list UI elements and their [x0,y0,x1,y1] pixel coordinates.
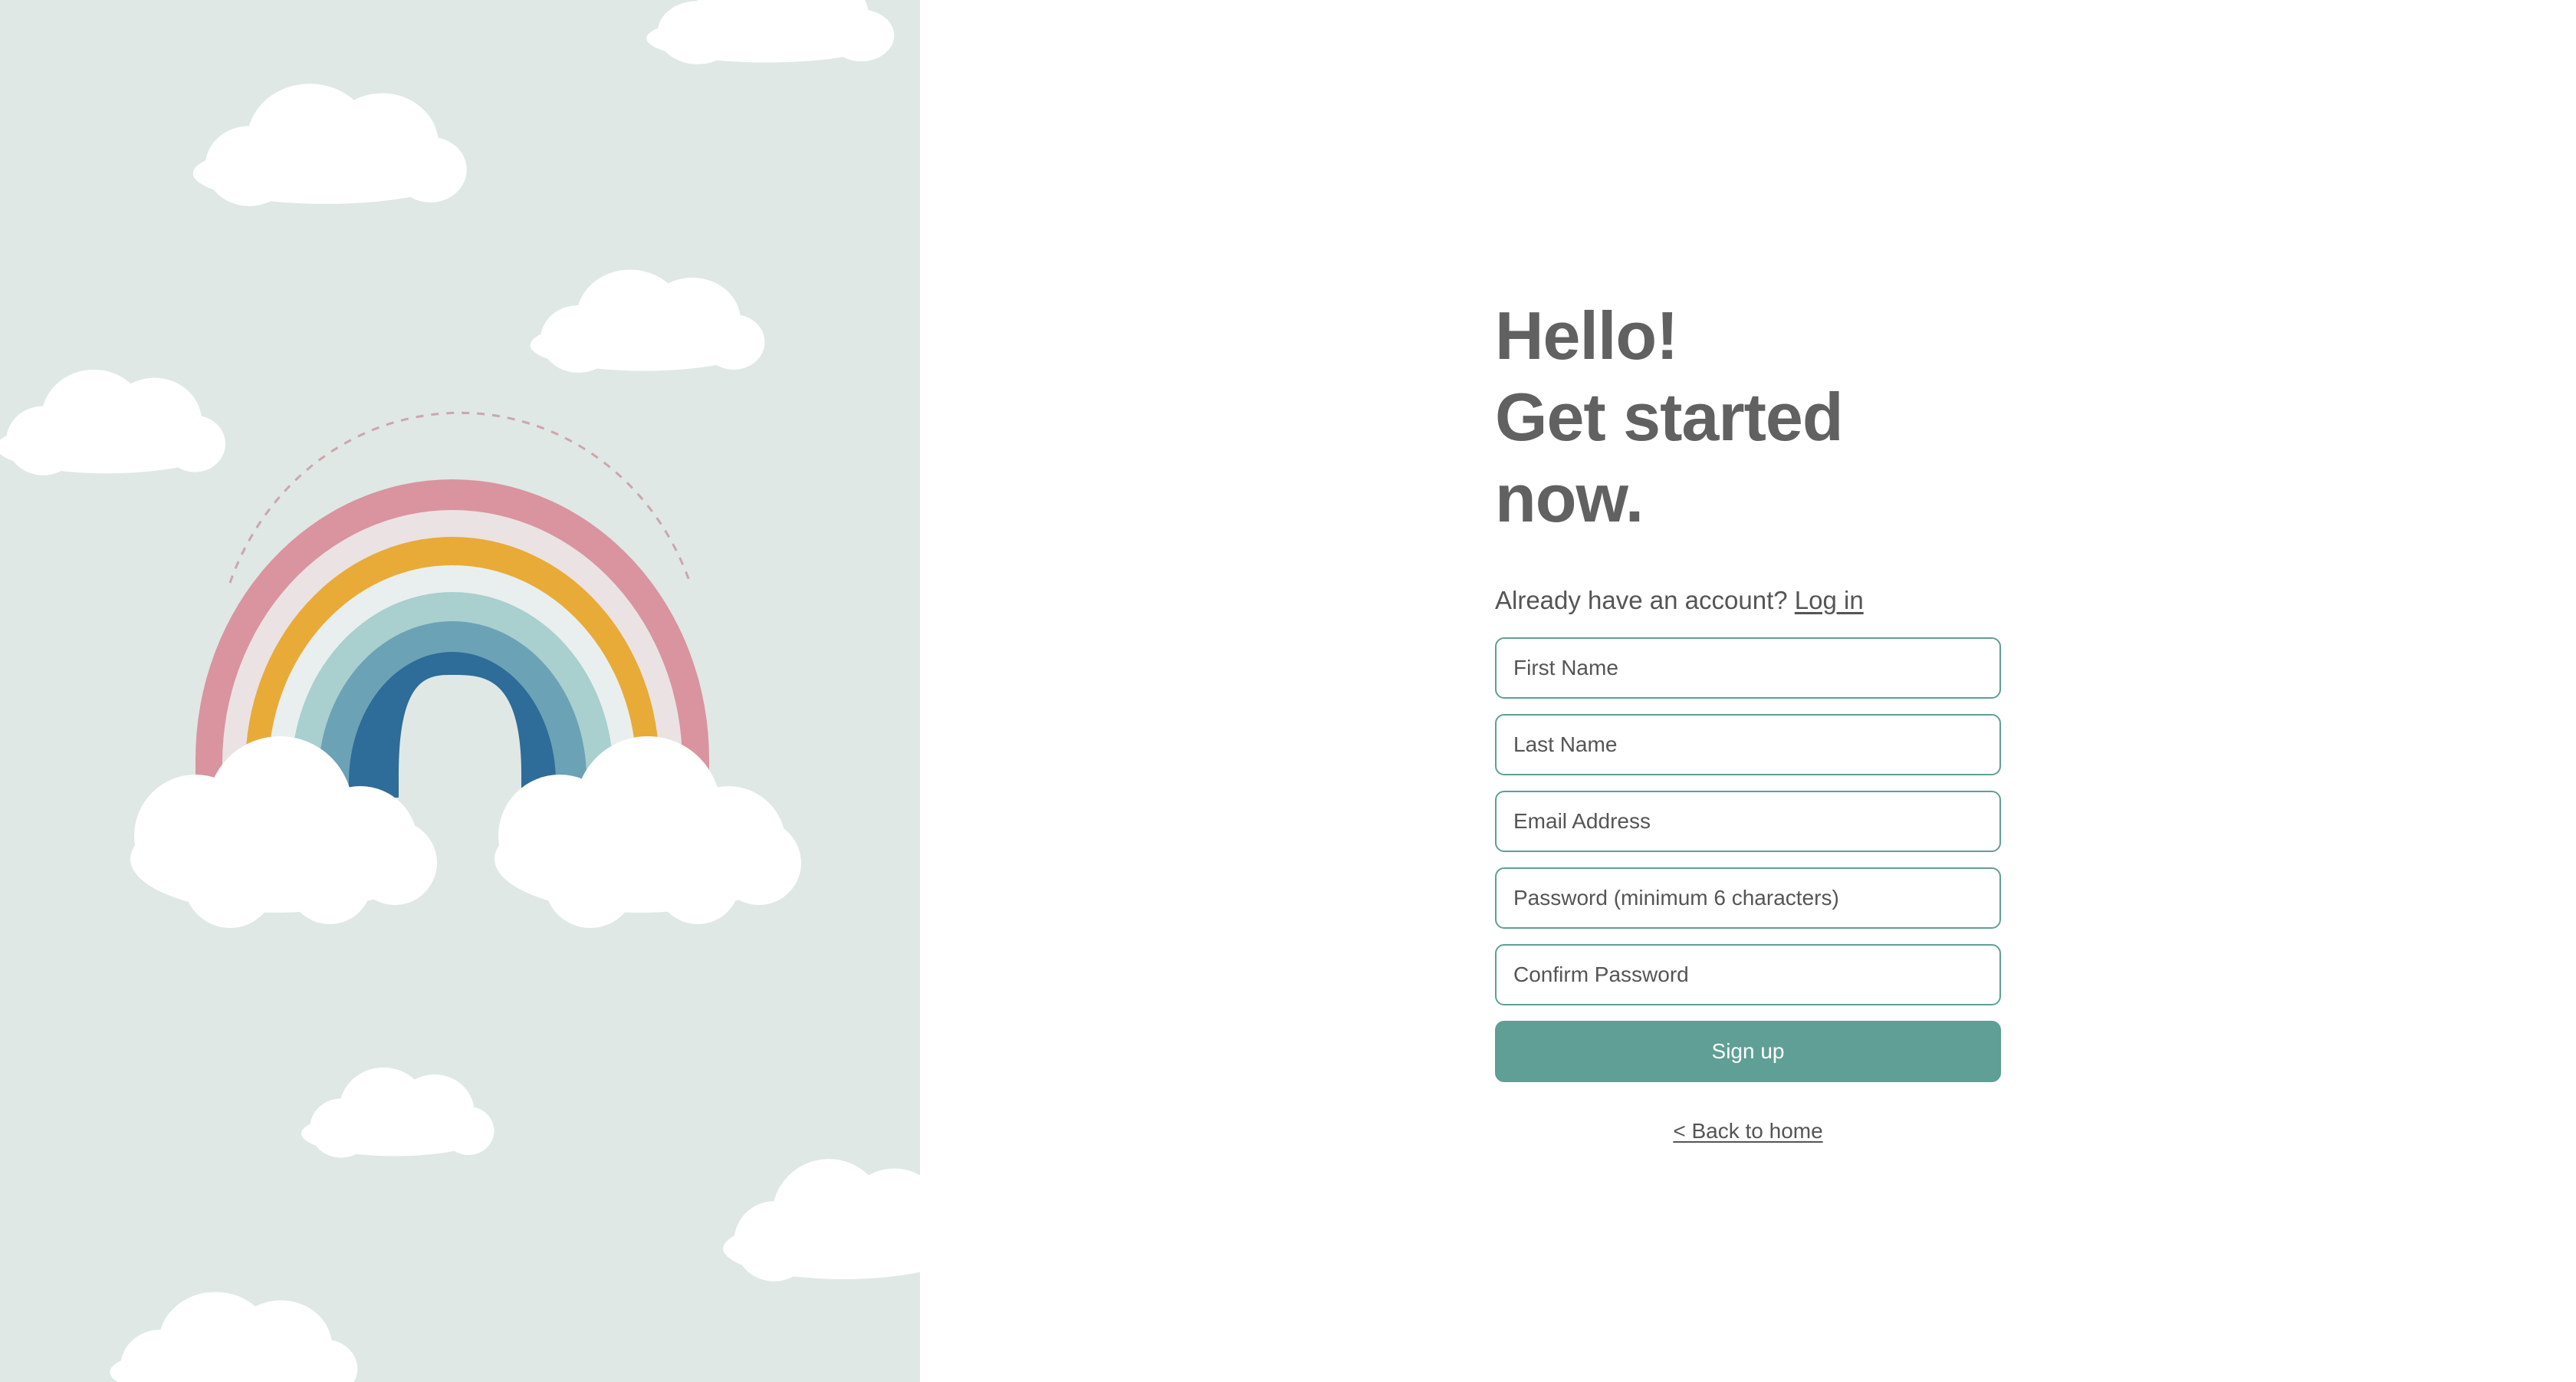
illustration-panel [0,0,920,1382]
rainbow-illustration [0,0,920,1382]
signup-page: Hello! Get started now. Already have an … [0,0,2576,1382]
confirm-password-input[interactable] [1495,944,2001,1005]
password-input[interactable] [1495,867,2001,929]
title-greeting: Hello! [1495,298,1678,373]
cloud-icon [301,1067,495,1158]
signup-form-panel: Hello! Get started now. Already have an … [920,0,2576,1382]
email-input[interactable] [1495,791,2001,852]
login-prompt-text: Already have an account? [1495,586,1788,614]
back-to-home-link[interactable]: < Back to home [1495,1119,2001,1143]
page-title: Hello! Get started now. [1495,295,2001,539]
last-name-input[interactable] [1495,714,2001,775]
cloud-icon [192,84,467,206]
cloud-icon [646,0,895,64]
cloud-icon [530,269,765,373]
cloud-icon [0,369,226,475]
title-tagline: Get started now. [1495,379,1844,536]
cloud-icon [723,1159,920,1282]
login-prompt: Already have an account? Log in [1495,584,2001,617]
form-fields: Sign up [1495,637,2001,1082]
cloud-icon [110,1292,358,1382]
sign-up-button[interactable]: Sign up [1495,1021,2001,1082]
signup-form: Hello! Get started now. Already have an … [1495,295,2001,1143]
first-name-input[interactable] [1495,637,2001,699]
login-link[interactable]: Log in [1795,586,1864,614]
